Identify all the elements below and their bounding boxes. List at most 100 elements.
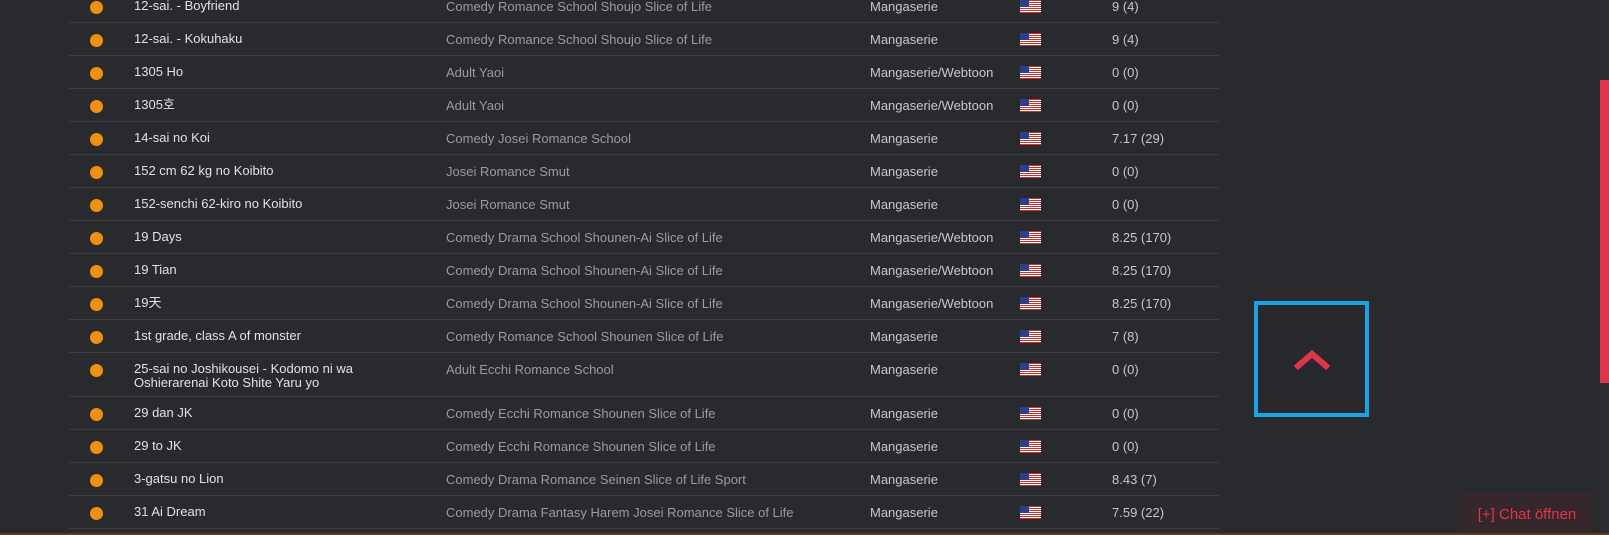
row-rating: 0 (0): [1112, 98, 1139, 113]
row-type: Mangaserie: [870, 406, 938, 421]
row-type: Mangaserie: [870, 131, 938, 146]
row-type: Mangaserie: [870, 32, 938, 47]
scrollbar-thumb[interactable]: [1600, 80, 1609, 383]
status-dot-icon: [90, 507, 103, 520]
table-row[interactable]: 12-sai. - Boyfriend Comedy Romance School…: [69, 0, 1219, 23]
flag-canton: [1020, 407, 1029, 414]
status-dot-icon: [90, 408, 103, 421]
row-type: Mangaserie/Webtoon: [870, 296, 994, 311]
status-dot-icon: [90, 331, 103, 344]
row-rating: 7.59 (22): [1112, 505, 1165, 520]
flag-canton: [1020, 33, 1029, 40]
row-title-link[interactable]: 152-senchi 62-kiro no Koibito: [134, 197, 404, 211]
row-genres: Comedy Ecchi Romance Shounen Slice of Li…: [446, 406, 716, 421]
row-type: Mangaserie: [870, 197, 938, 212]
us-flag-icon: [1020, 407, 1041, 420]
status-dot-icon: [90, 232, 103, 245]
row-rating: 0 (0): [1112, 439, 1139, 454]
row-type: Mangaserie/Webtoon: [870, 263, 994, 278]
status-dot-icon: [90, 474, 103, 487]
row-type: Mangaserie: [870, 0, 938, 14]
status-dot-icon: [90, 34, 103, 47]
row-type: Mangaserie: [870, 439, 938, 454]
row-title-link[interactable]: 3-gatsu no Lion: [134, 472, 404, 486]
row-title-link[interactable]: 19 Days: [134, 230, 404, 244]
row-rating: 8.25 (170): [1112, 263, 1172, 278]
row-title-link[interactable]: 19 Tian: [134, 263, 404, 277]
scroll-to-top-button[interactable]: [1254, 301, 1369, 417]
table-row[interactable]: 19天 Comedy Drama School Shounen-Ai Slice …: [69, 287, 1219, 320]
row-title-link[interactable]: 152 cm 62 kg no Koibito: [134, 164, 404, 178]
table-row[interactable]: 3-gatsu no Lion Comedy Drama Romance Sein…: [69, 463, 1219, 496]
us-flag-icon: [1020, 231, 1041, 244]
row-genres: Adult Yaoi: [446, 98, 505, 113]
status-dot-icon: [90, 298, 103, 311]
row-title-link[interactable]: 29 to JK: [134, 439, 404, 453]
row-genres: Comedy Drama School Shounen-Ai Slice of …: [446, 296, 723, 311]
table-row[interactable]: 19 Tian Comedy Drama School Shounen-Ai Sl…: [69, 254, 1219, 287]
row-rating: 9 (4): [1112, 0, 1139, 14]
flag-canton: [1020, 506, 1029, 513]
table-row[interactable]: 152-senchi 62-kiro no Koibito Josei Roman…: [69, 188, 1219, 221]
status-dot-icon: [90, 67, 103, 80]
row-title-link[interactable]: 19天: [134, 296, 404, 310]
row-title-link[interactable]: 12-sai. - Kokuhaku: [134, 32, 404, 46]
us-flag-icon: [1020, 440, 1041, 453]
row-title-link[interactable]: 1st grade, class A of monster: [134, 329, 404, 343]
scrollbar-track[interactable]: [1600, 0, 1609, 535]
flag-canton: [1020, 473, 1029, 480]
us-flag-icon: [1020, 132, 1041, 145]
row-genres: Comedy Drama School Shounen-Ai Slice of …: [446, 230, 723, 245]
table-row[interactable]: 1305호 Adult Yaoi Mangaserie/Webtoon 0 (0): [69, 89, 1219, 122]
row-genres: Adult Yaoi: [446, 65, 505, 80]
row-title-link[interactable]: 25-sai no Joshikousei - Kodomo ni wa Osh…: [134, 362, 404, 390]
row-genres: Comedy Josei Romance School: [446, 131, 631, 146]
table-row[interactable]: 1st grade, class A of monster Comedy Roma…: [69, 320, 1219, 353]
page: 12-sai. - Boyfriend Comedy Romance School…: [0, 0, 1609, 535]
row-type: Mangaserie: [870, 329, 938, 344]
row-title-link[interactable]: 29 dan JK: [134, 406, 404, 420]
row-rating: 0 (0): [1112, 197, 1139, 212]
flag-canton: [1020, 165, 1029, 172]
row-genres: Adult Ecchi Romance School: [446, 362, 614, 377]
row-rating: 7 (8): [1112, 329, 1139, 344]
status-dot-icon: [90, 364, 103, 377]
row-genres: Comedy Drama Fantasy Harem Josei Romance…: [446, 505, 794, 520]
table-row[interactable]: 14-sai no Koi Comedy Josei Romance School…: [69, 122, 1219, 155]
row-title-link[interactable]: 14-sai no Koi: [134, 131, 404, 145]
status-dot-icon: [90, 100, 103, 113]
table-row[interactable]: 152 cm 62 kg no Koibito Josei Romance Smu…: [69, 155, 1219, 188]
table-row[interactable]: 29 to JK Comedy Ecchi Romance Shounen Sli…: [69, 430, 1219, 463]
row-title-link[interactable]: 1305호: [134, 98, 404, 112]
row-genres: Comedy Drama Romance Seinen Slice of Lif…: [446, 472, 746, 487]
us-flag-icon: [1020, 297, 1041, 310]
flag-canton: [1020, 330, 1029, 337]
table-row[interactable]: 1305 Ho Adult Yaoi Mangaserie/Webtoon 0 (0): [69, 56, 1219, 89]
flag-canton: [1020, 297, 1029, 304]
row-genres: Comedy Ecchi Romance Shounen Slice of Li…: [446, 439, 716, 454]
row-rating: 9 (4): [1112, 32, 1139, 47]
us-flag-icon: [1020, 66, 1041, 79]
us-flag-icon: [1020, 33, 1041, 46]
table-row[interactable]: 12-sai. - Kokuhaku Comedy Romance School …: [69, 23, 1219, 56]
row-type: Mangaserie/Webtoon: [870, 98, 994, 113]
flag-canton: [1020, 231, 1029, 238]
row-rating: 0 (0): [1112, 406, 1139, 421]
row-title-link[interactable]: 1305 Ho: [134, 65, 404, 79]
us-flag-icon: [1020, 330, 1041, 343]
row-title-link[interactable]: 31 Ai Dream: [134, 505, 404, 519]
us-flag-icon: [1020, 473, 1041, 486]
us-flag-icon: [1020, 0, 1041, 13]
row-rating: 0 (0): [1112, 362, 1139, 377]
row-title-link[interactable]: 12-sai. - Boyfriend: [134, 0, 404, 13]
table-row[interactable]: 25-sai no Joshikousei - Kodomo ni wa Osh…: [69, 353, 1219, 397]
flag-canton: [1020, 363, 1029, 370]
table-row[interactable]: 31 Ai Dream Comedy Drama Fantasy Harem Jo…: [69, 496, 1219, 529]
chat-open-button[interactable]: [+] Chat öffnen: [1462, 492, 1592, 535]
us-flag-icon: [1020, 506, 1041, 519]
row-type: Mangaserie: [870, 164, 938, 179]
status-dot-icon: [90, 441, 103, 454]
table-row[interactable]: 29 dan JK Comedy Ecchi Romance Shounen Sl…: [69, 397, 1219, 430]
us-flag-icon: [1020, 363, 1041, 376]
table-row[interactable]: 19 Days Comedy Drama School Shounen-Ai Sl…: [69, 221, 1219, 254]
